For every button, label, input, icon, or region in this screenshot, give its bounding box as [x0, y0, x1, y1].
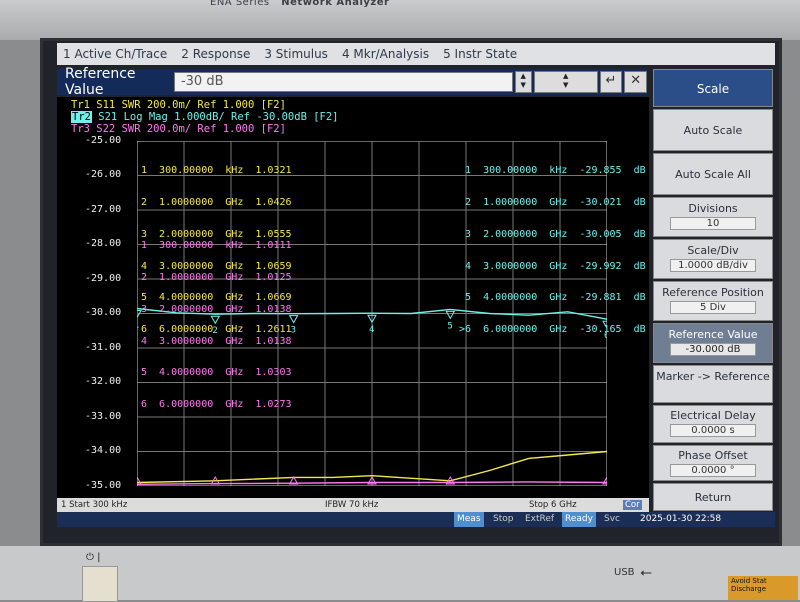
reference-value-button[interactable]: Reference Value -30.000 dB: [653, 323, 773, 363]
divisions-button[interactable]: Divisions 10: [653, 197, 773, 237]
marker-table-tr2: 1 300.00000 kHz -29.855 dB 2 1.0000000 G…: [459, 145, 646, 357]
marker-reference-button[interactable]: Marker -> Reference: [653, 365, 773, 403]
marker-row: 6 6.0000000 GHz 1.0273: [141, 399, 292, 411]
marker-number-label: 1: [137, 320, 139, 330]
divisions-value: 10: [670, 217, 756, 230]
phase-offset-label: Phase Offset: [678, 449, 748, 462]
trace-2-label[interactable]: Tr2 S21 Log Mag 1.000dB/ Ref -30.00dB [F…: [71, 111, 339, 123]
electrical-delay-label: Electrical Delay: [670, 409, 756, 422]
usb-label: USB: [614, 567, 635, 578]
menu-response[interactable]: 2 Response: [181, 47, 250, 61]
instrument-status-line: Meas Stop ExtRef Ready Svc 2025-01-30 22…: [57, 512, 775, 527]
meas-indicator: Meas: [454, 512, 484, 527]
enter-icon[interactable]: ↵: [599, 71, 623, 93]
trace-2-text: S21 Log Mag 1.000dB/ Ref -30.00dB [F2]: [91, 111, 339, 123]
marker-table-tr3: 1 300.00000 kHz 1.0111 2 1.0000000 GHz 1…: [141, 220, 292, 432]
brand-label: ENA Series Network Analyzer: [210, 0, 389, 8]
entry-value-input[interactable]: -30 dB: [173, 72, 513, 92]
marker-number-label: 4: [369, 325, 374, 335]
marker-row: 4 3.0000000 GHz -29.992 dB: [459, 260, 646, 272]
menu-instr-state[interactable]: 5 Instr State: [443, 47, 517, 61]
y-tick-label: -25.00: [85, 135, 122, 146]
y-tick-label: -28.00: [85, 238, 122, 249]
stop-freq[interactable]: Stop 6 GHz: [529, 500, 577, 510]
y-tick-label: -32.00: [85, 376, 122, 387]
y-tick-label: -27.00: [85, 204, 122, 215]
y-tick-label: -33.00: [85, 411, 122, 422]
marker-row: 5 4.0000000 GHz -29.881 dB: [459, 292, 646, 304]
menu-active-ch-trace[interactable]: 1 Active Ch/Trace: [63, 47, 167, 61]
ready-indicator: Ready: [562, 512, 596, 527]
instrument-bezel: ENA Series Network Analyzer: [0, 0, 800, 40]
plot-window: Tr1 S11 SWR 200.0m/ Ref 1.000 [F2] Tr2 S…: [57, 97, 649, 525]
reference-value-value: -30.000 dB: [670, 343, 756, 356]
menu-mkr-analysis[interactable]: 4 Mkr/Analysis: [342, 47, 429, 61]
reference-position-button[interactable]: Reference Position 5 Div: [653, 281, 773, 321]
marker-row: 2 1.0000000 GHz 1.0426: [141, 196, 292, 208]
softkey-title: Scale: [653, 69, 773, 107]
y-tick-label: -29.00: [85, 273, 122, 284]
trace-3-label[interactable]: Tr3 S22 SWR 200.0m/ Ref 1.000 [F2]: [71, 123, 286, 135]
model-label: Network Analyzer: [281, 0, 390, 8]
channel-status-bar: 1 Start 300 kHz IFBW 70 kHz Stop 6 GHz C…: [57, 498, 649, 512]
trace-1-label[interactable]: Tr1 S11 SWR 200.0m/ Ref 1.000 [F2]: [71, 99, 286, 111]
entry-spin-large[interactable]: ▲ ▼: [533, 71, 598, 93]
reference-position-value: 5 Div: [670, 301, 756, 314]
cor-indicator: Cor: [623, 500, 642, 510]
auto-scale-all-button[interactable]: Auto Scale All: [653, 153, 773, 195]
scale-div-button[interactable]: Scale/Div 1.0000 dB/div: [653, 239, 773, 279]
stop-indicator: Stop: [493, 514, 514, 524]
y-tick-label: -26.00: [85, 169, 122, 180]
ifbw[interactable]: IFBW 70 kHz: [325, 500, 378, 510]
electrical-delay-button[interactable]: Electrical Delay 0.0000 s: [653, 405, 773, 443]
front-panel: ⏻ | USB ⭠ Avoid Stat Discharge: [0, 546, 800, 602]
marker-row: 4 3.0000000 GHz 1.0138: [141, 335, 292, 347]
marker-row: 3 2.0000000 GHz -30.005 dB: [459, 228, 646, 240]
trace-2-tag: Tr2: [71, 111, 92, 123]
y-tick-label: -30.00: [85, 307, 122, 318]
esd-warning-label: Avoid Stat Discharge: [728, 576, 798, 600]
y-tick-label: -34.00: [85, 445, 122, 456]
marker-row: 3 2.0000000 GHz 1.0138: [141, 303, 292, 315]
menu-bar: 1 Active Ch/Trace 2 Response 3 Stimulus …: [57, 43, 775, 65]
menu-stimulus[interactable]: 3 Stimulus: [264, 47, 328, 61]
analyzer-screen: 1 Active Ch/Trace 2 Response 3 Stimulus …: [40, 38, 782, 546]
power-button[interactable]: [82, 566, 118, 602]
scale-div-value: 1.0000 dB/div: [670, 259, 756, 272]
entry-spin-small[interactable]: ▲ ▼: [514, 71, 532, 93]
extref-indicator: ExtRef: [525, 514, 555, 524]
marker-row: >6 6.0000000 GHz -30.165 dB: [459, 324, 646, 336]
marker-row: 1 300.00000 kHz -29.855 dB: [459, 165, 646, 177]
phase-offset-value: 0.0000 °: [670, 464, 756, 477]
datetime: 2025-01-30 22:58: [640, 514, 722, 524]
marker-row: 1 300.00000 kHz 1.0111: [141, 240, 292, 252]
divisions-label: Divisions: [688, 202, 738, 215]
svc-indicator: Svc: [604, 514, 620, 524]
entry-bar: Reference Value -30 dB ▲ ▼ ▲ ▼ ↵ ✕: [57, 66, 648, 98]
usb-icon: ⭠: [640, 563, 653, 581]
return-button[interactable]: Return: [653, 483, 773, 511]
y-tick-label: -35.00: [85, 480, 122, 491]
marker-row: 2 1.0000000 GHz 1.0125: [141, 271, 292, 283]
reference-position-label: Reference Position: [662, 286, 764, 299]
y-tick-label: -31.00: [85, 342, 122, 353]
power-symbol-icon: ⏻ |: [86, 552, 101, 563]
phase-offset-button[interactable]: Phase Offset 0.0000 °: [653, 445, 773, 481]
auto-scale-button[interactable]: Auto Scale: [653, 109, 773, 151]
reference-value-label: Reference Value: [668, 328, 758, 341]
marker-row: 5 4.0000000 GHz 1.0303: [141, 367, 292, 379]
entry-label: Reference Value: [65, 66, 136, 98]
electrical-delay-value: 0.0000 s: [670, 424, 756, 437]
close-icon[interactable]: ✕: [624, 71, 648, 93]
marker-row: 2 1.0000000 GHz -30.021 dB: [459, 196, 646, 208]
series-label: ENA Series: [210, 0, 270, 8]
marker-row: 1 300.00000 kHz 1.0321: [141, 165, 292, 177]
scale-div-label: Scale/Div: [687, 244, 739, 257]
marker-number-label: 5: [447, 321, 452, 331]
marker-triangle: [445, 310, 456, 320]
start-freq[interactable]: 1 Start 300 kHz: [61, 500, 127, 510]
